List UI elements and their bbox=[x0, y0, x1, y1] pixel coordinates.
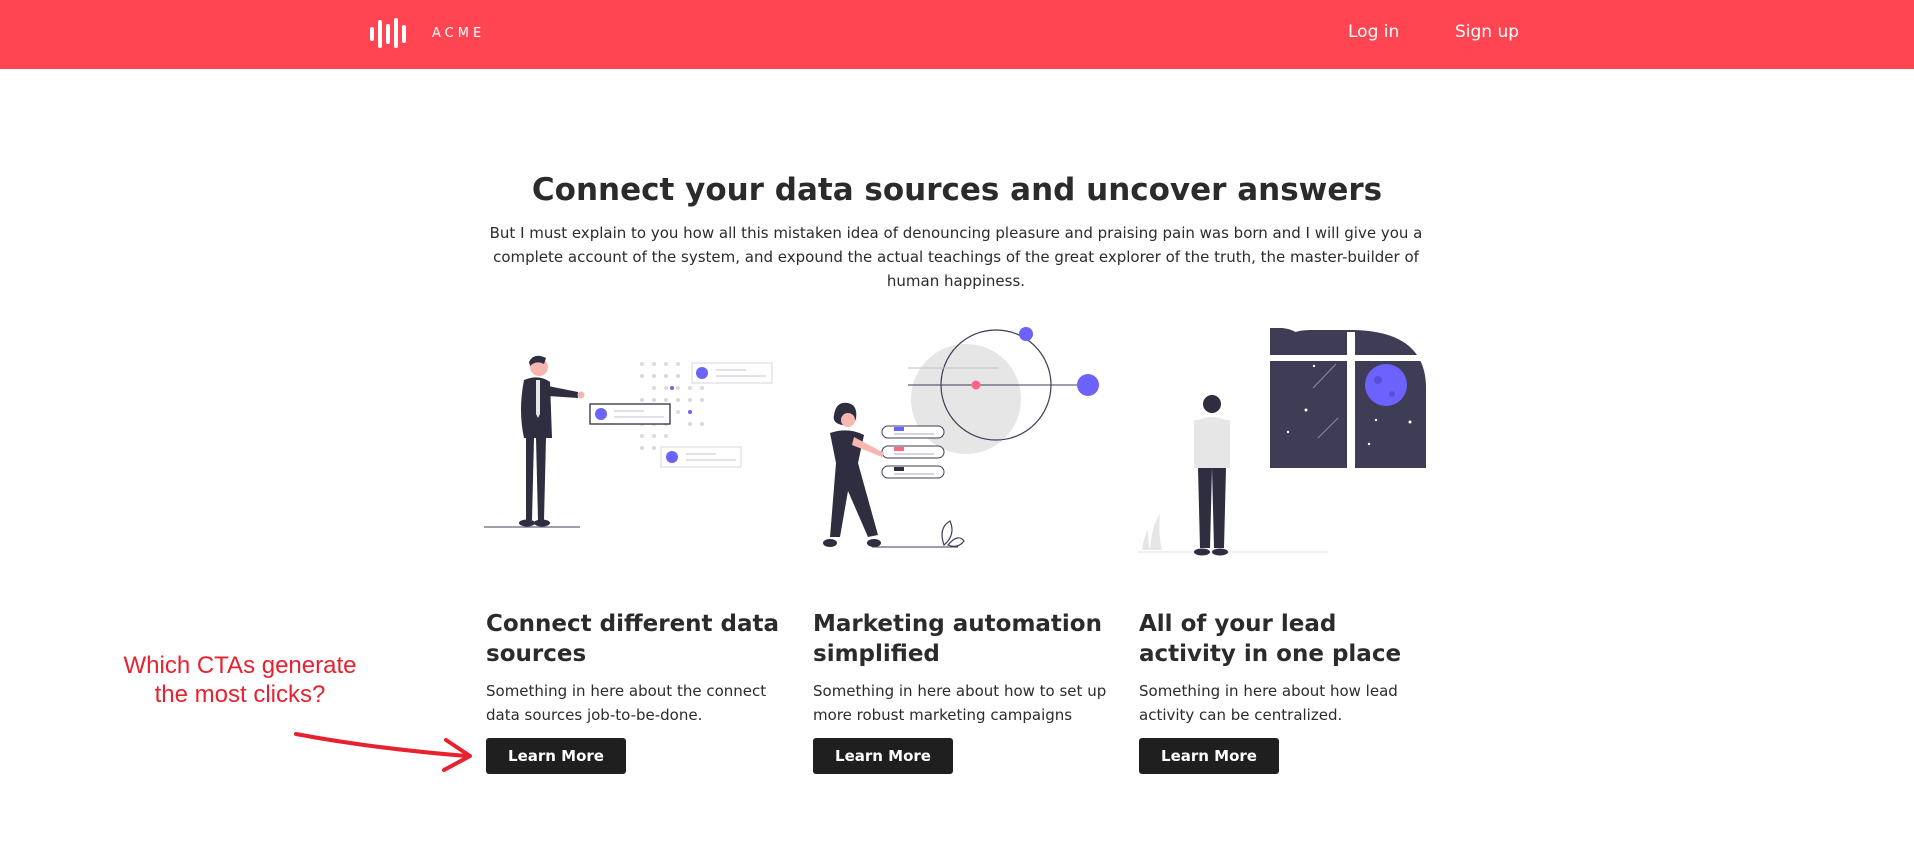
learn-more-button-connect[interactable]: Learn More bbox=[486, 738, 626, 774]
signup-link[interactable]: Sign up bbox=[1455, 22, 1519, 42]
top-nav-bar: ACME Log in Sign up bbox=[0, 0, 1914, 69]
annotation-note: Which CTAs generate the most clicks? bbox=[123, 652, 357, 708]
learn-more-button-marketing[interactable]: Learn More bbox=[813, 738, 953, 774]
lead-activity-illustration bbox=[1138, 328, 1426, 556]
feature-text-connect: Something in here about the connect data… bbox=[486, 682, 767, 724]
soundwave-bars-icon bbox=[370, 18, 406, 48]
feature-title-marketing: Marketing automation simplified bbox=[813, 611, 1102, 667]
marketing-automation-illustration bbox=[823, 327, 1099, 548]
feature-text-marketing: Something in here about how to set up mo… bbox=[813, 682, 1107, 724]
login-link[interactable]: Log in bbox=[1348, 22, 1399, 42]
page-title: Connect your data sources and uncover an… bbox=[531, 172, 1383, 208]
learn-more-button-lead-activity[interactable]: Learn More bbox=[1139, 738, 1279, 774]
data-sources-illustration bbox=[484, 355, 773, 528]
feature-text-lead-activity: Something in here about how lead activit… bbox=[1139, 682, 1398, 724]
intro-paragraph: But I must explain to you how all this m… bbox=[489, 224, 1423, 290]
annotation-arrow-icon bbox=[294, 732, 472, 772]
brand-name: ACME bbox=[432, 25, 486, 41]
brand-logo[interactable]: ACME bbox=[370, 18, 485, 48]
feature-title-connect: Connect different data sources bbox=[486, 611, 780, 667]
feature-title-lead-activity: All of your lead activity in one place bbox=[1139, 611, 1402, 667]
